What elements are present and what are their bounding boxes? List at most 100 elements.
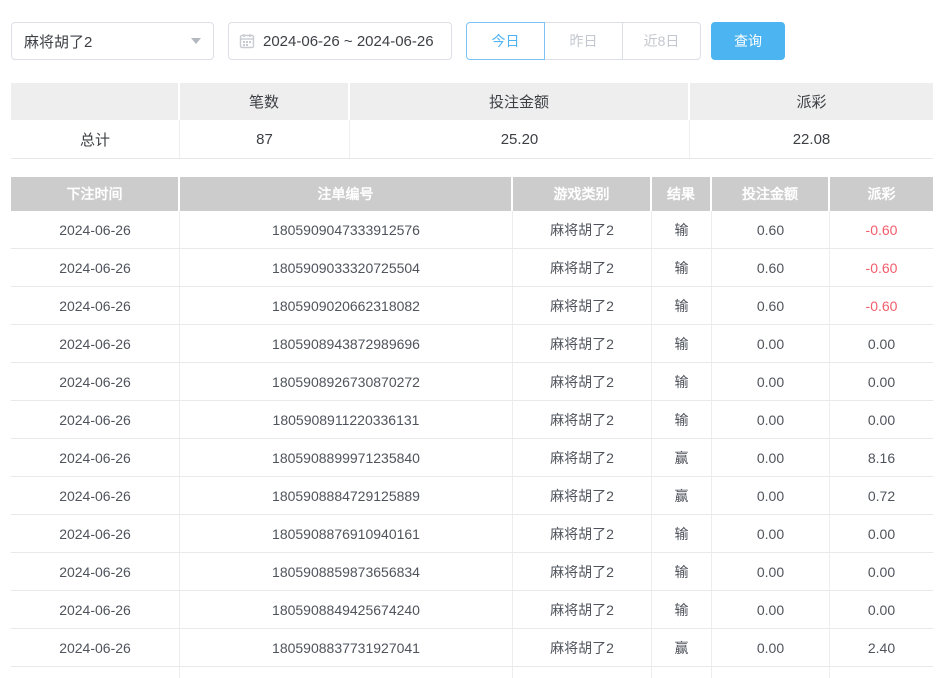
cell-payout: 0.00 <box>830 325 933 362</box>
filter-bar: 麻将胡了2 2024-06-26 ~ 2024-06-26 <box>11 22 933 60</box>
cell-game-type: 麻将胡了2 <box>513 363 652 400</box>
header-order-id: 注单编号 <box>180 177 513 211</box>
cell-bet-amount: 0.00 <box>712 363 830 400</box>
cell-game-type: 麻将胡了2 <box>513 249 652 286</box>
table-row: 2024-06-26 1805908859873656834 麻将胡了2 输 0… <box>11 553 933 591</box>
cell-bet-amount: 0.00 <box>712 477 830 514</box>
cell-game-type: 麻将胡了2 <box>513 515 652 552</box>
page: 麻将胡了2 2024-06-26 ~ 2024-06-26 <box>0 22 944 678</box>
cell-payout: 0.00 <box>830 515 933 552</box>
cell-bet-amount: 0.60 <box>712 211 830 248</box>
table-row: 2024-06-26 1805908884729125889 麻将胡了2 赢 0… <box>11 477 933 515</box>
cell-payout: 2.40 <box>830 629 933 666</box>
cell-game-type: 麻将胡了2 <box>513 401 652 438</box>
cell-bet-amount: 0.60 <box>712 249 830 286</box>
cell-payout: 0.00 <box>830 363 933 400</box>
cell-bet-time: 2024-06-26 <box>11 287 180 324</box>
cell-result: 输 <box>652 287 712 324</box>
cell-order-id: 1805909020662318082 <box>180 287 513 324</box>
summary-total-count: 87 <box>180 120 350 158</box>
today-button[interactable]: 今日 <box>466 22 545 60</box>
cell-bet-time: 2024-06-26 <box>11 325 180 362</box>
cell-game-type: 麻将胡了2 <box>513 553 652 590</box>
bet-records-table: 下注时间 注单编号 游戏类别 结果 投注金额 派彩 2024-06-26 180… <box>11 177 933 678</box>
cell-payout: 0.00 <box>830 553 933 590</box>
table-row: 2024-06-26 1805908876910940161 麻将胡了2 输 0… <box>11 515 933 553</box>
cell-result: 输 <box>652 363 712 400</box>
yesterday-button[interactable]: 昨日 <box>544 22 623 60</box>
cell-bet-time: 2024-06-26 <box>11 477 180 514</box>
table-row-partial <box>11 667 933 678</box>
table-row: 2024-06-26 1805908911220336131 麻将胡了2 输 0… <box>11 401 933 439</box>
cell-order-id: 1805908899971235840 <box>180 439 513 476</box>
table-row: 2024-06-26 1805908926730870272 麻将胡了2 输 0… <box>11 363 933 401</box>
cell-bet-time: 2024-06-26 <box>11 363 180 400</box>
table-row: 2024-06-26 1805908943872989696 麻将胡了2 输 0… <box>11 325 933 363</box>
cell-bet-time: 2024-06-26 <box>11 401 180 438</box>
cell-result: 输 <box>652 553 712 590</box>
summary-total-bet-amount: 25.20 <box>350 120 690 158</box>
header-game-type: 游戏类别 <box>513 177 652 211</box>
cell-bet-amount: 0.00 <box>712 439 830 476</box>
cell-bet-time: 2024-06-26 <box>11 211 180 248</box>
cell-bet-amount: 0.60 <box>712 287 830 324</box>
cell-payout: 0.00 <box>830 591 933 628</box>
date-range-picker[interactable]: 2024-06-26 ~ 2024-06-26 <box>228 22 452 60</box>
table-row: 2024-06-26 1805909020662318082 麻将胡了2 输 0… <box>11 287 933 325</box>
cell-bet-time: 2024-06-26 <box>11 553 180 590</box>
chevron-down-icon <box>191 38 201 44</box>
cell-bet-time: 2024-06-26 <box>11 591 180 628</box>
quick-range-group: 今日 昨日 近8日 <box>466 22 701 60</box>
cell-order-id: 1805908943872989696 <box>180 325 513 362</box>
header-bet-amount: 投注金额 <box>712 177 830 211</box>
last-8-days-button[interactable]: 近8日 <box>622 22 701 60</box>
cell-result: 输 <box>652 211 712 248</box>
cell-bet-amount: 0.00 <box>712 553 830 590</box>
header-result: 结果 <box>652 177 712 211</box>
summary-header-row: 笔数 投注金额 派彩 <box>11 83 933 120</box>
cell-order-id: 1805908884729125889 <box>180 477 513 514</box>
cell-result: 赢 <box>652 629 712 666</box>
cell-order-id: 1805908859873656834 <box>180 553 513 590</box>
summary-total-payout: 22.08 <box>690 120 933 158</box>
header-bet-time: 下注时间 <box>11 177 180 211</box>
cell-order-id: 1805909033320725504 <box>180 249 513 286</box>
cell-bet-amount: 0.00 <box>712 325 830 362</box>
cell-result: 输 <box>652 401 712 438</box>
summary-header-payout: 派彩 <box>690 83 933 120</box>
cell-result: 输 <box>652 249 712 286</box>
cell-game-type: 麻将胡了2 <box>513 629 652 666</box>
cell-bet-amount: 0.00 <box>712 515 830 552</box>
cell-payout: -0.60 <box>830 211 933 248</box>
summary-total-label: 总计 <box>11 120 180 158</box>
table-body: 2024-06-26 1805909047333912576 麻将胡了2 输 0… <box>11 211 933 667</box>
cell-result: 输 <box>652 515 712 552</box>
cell-order-id: 1805908911220336131 <box>180 401 513 438</box>
cell-result: 赢 <box>652 477 712 514</box>
cell-order-id: 1805908837731927041 <box>180 629 513 666</box>
cell-game-type: 麻将胡了2 <box>513 325 652 362</box>
table-row: 2024-06-26 1805908899971235840 麻将胡了2 赢 0… <box>11 439 933 477</box>
summary-header-empty <box>11 83 180 120</box>
cell-order-id: 1805908926730870272 <box>180 363 513 400</box>
summary-header-bet-amount: 投注金额 <box>350 83 690 120</box>
table-row: 2024-06-26 1805908849425674240 麻将胡了2 输 0… <box>11 591 933 629</box>
date-range-value: 2024-06-26 ~ 2024-06-26 <box>263 33 434 50</box>
game-select-value: 麻将胡了2 <box>24 31 92 52</box>
game-select[interactable]: 麻将胡了2 <box>11 22 214 60</box>
cell-bet-amount: 0.00 <box>712 401 830 438</box>
summary-total-row: 总计 87 25.20 22.08 <box>11 120 933 159</box>
cell-result: 输 <box>652 325 712 362</box>
table-row: 2024-06-26 1805909033320725504 麻将胡了2 输 0… <box>11 249 933 287</box>
cell-payout: -0.60 <box>830 249 933 286</box>
cell-game-type: 麻将胡了2 <box>513 211 652 248</box>
cell-game-type: 麻将胡了2 <box>513 439 652 476</box>
cell-bet-time: 2024-06-26 <box>11 515 180 552</box>
calendar-icon <box>239 33 255 49</box>
cell-order-id: 1805909047333912576 <box>180 211 513 248</box>
cell-payout: 0.72 <box>830 477 933 514</box>
cell-result: 赢 <box>652 439 712 476</box>
cell-bet-time: 2024-06-26 <box>11 439 180 476</box>
cell-bet-time: 2024-06-26 <box>11 629 180 666</box>
query-button[interactable]: 查询 <box>711 22 785 60</box>
